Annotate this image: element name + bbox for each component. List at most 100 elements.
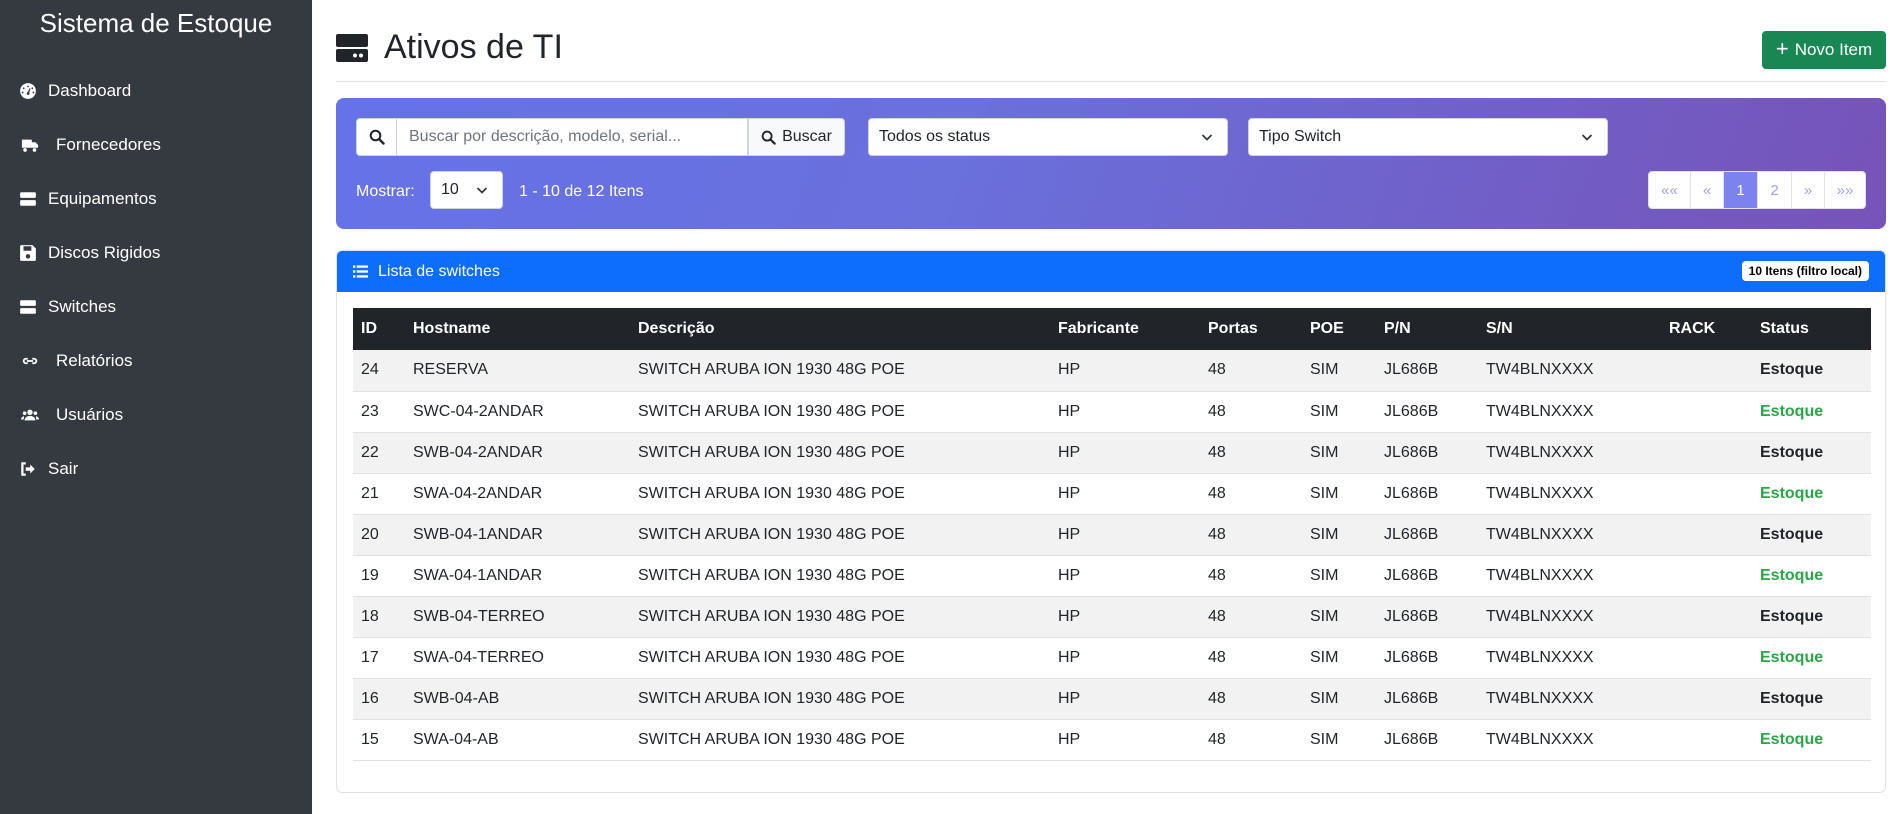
- table-row[interactable]: 16 SWB-04-AB SWITCH ARUBA ION 1930 48G POE…: [353, 678, 1871, 719]
- table-row[interactable]: 15 SWA-04-AB SWITCH ARUBA ION 1930 48G POE…: [353, 719, 1871, 760]
- cell-sn: TW4BLNXXXX: [1486, 648, 1594, 666]
- search-button-label: Buscar: [782, 128, 832, 145]
- search-input[interactable]: [397, 118, 748, 156]
- cell-id: 21: [361, 484, 379, 502]
- column-header-fabricante[interactable]: Fabricante: [1050, 308, 1200, 350]
- cell-poe: SIM: [1310, 730, 1339, 748]
- cell-id: 18: [361, 607, 379, 625]
- cell-pn: JL686B: [1384, 525, 1439, 543]
- cell-pn: JL686B: [1384, 484, 1439, 502]
- sidebar-item-discos-rigidos[interactable]: Discos Rigidos: [0, 226, 312, 280]
- pagination-page-2[interactable]: 2: [1757, 172, 1791, 208]
- cell-sn: TW4BLNXXXX: [1486, 525, 1594, 543]
- column-header-descricao[interactable]: Descrição: [630, 308, 1050, 350]
- cell-sn: TW4BLNXXXX: [1486, 566, 1594, 584]
- cell-descricao: SWITCH ARUBA ION 1930 48G POE: [638, 730, 905, 748]
- sign-out-icon: [18, 459, 38, 479]
- type-select[interactable]: Tipo Switch: [1248, 118, 1608, 156]
- sidebar: Sistema de Estoque Dashboard Fornecedore…: [0, 0, 312, 814]
- sidebar-item-switches[interactable]: Switches: [0, 280, 312, 334]
- cell-poe: SIM: [1310, 402, 1339, 420]
- cell-pn: JL686B: [1384, 443, 1439, 461]
- cell-fabricante: HP: [1058, 566, 1081, 584]
- cell-status: Estoque: [1760, 525, 1824, 543]
- sidebar-item-dashboard[interactable]: Dashboard: [0, 64, 312, 118]
- cell-descricao: SWITCH ARUBA ION 1930 48G POE: [638, 689, 905, 707]
- cell-status: Estoque: [1760, 443, 1824, 461]
- cell-fabricante: HP: [1058, 402, 1081, 420]
- link-icon: [18, 351, 42, 371]
- table-body: 24 RESERVA SWITCH ARUBA ION 1930 48G POE HP…: [353, 350, 1871, 760]
- cell-rack: [1661, 678, 1752, 719]
- cell-portas: 48: [1208, 484, 1226, 502]
- cell-pn: JL686B: [1384, 361, 1439, 379]
- cell-portas: 48: [1208, 443, 1226, 461]
- table-row[interactable]: 23 SWC-04-2ANDAR SWITCH ARUBA ION 1930 48G…: [353, 391, 1871, 432]
- pagination-first[interactable]: ««: [1649, 172, 1690, 208]
- cell-portas: 48: [1208, 566, 1226, 584]
- cell-status: Estoque: [1760, 402, 1824, 420]
- cell-hostname: SWB-04-TERREO: [413, 607, 545, 625]
- column-header-poe[interactable]: POE: [1302, 308, 1376, 350]
- table-row[interactable]: 19 SWA-04-1ANDAR SWITCH ARUBA ION 1930 48G…: [353, 555, 1871, 596]
- pagination-page-1[interactable]: 1: [1723, 172, 1757, 208]
- sidebar-item-fornecedores[interactable]: Fornecedores: [0, 118, 312, 172]
- pagination-last[interactable]: »»: [1824, 172, 1865, 208]
- cell-descricao: SWITCH ARUBA ION 1930 48G POE: [638, 607, 905, 625]
- table-row[interactable]: 21 SWA-04-2ANDAR SWITCH ARUBA ION 1930 48G…: [353, 473, 1871, 514]
- plus-icon: +: [1775, 36, 1789, 61]
- cell-hostname: SWA-04-2ANDAR: [413, 484, 543, 502]
- cell-hostname: RESERVA: [413, 361, 488, 379]
- new-item-button[interactable]: + Novo Item: [1762, 31, 1886, 69]
- column-header-rack[interactable]: RACK: [1661, 308, 1752, 350]
- column-header-pn[interactable]: P/N: [1376, 308, 1478, 350]
- search-button[interactable]: Buscar: [748, 118, 845, 156]
- cell-rack: [1661, 432, 1752, 473]
- cell-status: Estoque: [1760, 730, 1824, 748]
- cell-fabricante: HP: [1058, 648, 1081, 666]
- cell-descricao: SWITCH ARUBA ION 1930 48G POE: [638, 443, 905, 461]
- sidebar-item-equipamentos[interactable]: Equipamentos: [0, 172, 312, 226]
- chevron-down-icon: [1201, 134, 1213, 141]
- pagination-prev[interactable]: «: [1690, 172, 1723, 208]
- page-title: Ativos de TI: [384, 28, 563, 66]
- cell-rack: [1661, 350, 1752, 391]
- type-select-value: Tipo Switch: [1259, 128, 1342, 145]
- column-header-hostname[interactable]: Hostname: [405, 308, 630, 350]
- cell-poe: SIM: [1310, 607, 1339, 625]
- cell-rack: [1661, 637, 1752, 678]
- main-content: Ativos de TI + Novo Item Buscar Todos os…: [312, 0, 1900, 814]
- sidebar-item-usuarios[interactable]: Usuários: [0, 388, 312, 442]
- cell-poe: SIM: [1310, 443, 1339, 461]
- page-size-value: 10: [441, 181, 459, 198]
- cell-rack: [1661, 514, 1752, 555]
- page-header: Ativos de TI + Novo Item: [336, 0, 1886, 82]
- column-header-id[interactable]: ID: [353, 308, 405, 350]
- table-row[interactable]: 17 SWA-04-TERREO SWITCH ARUBA ION 1930 48G…: [353, 637, 1871, 678]
- table-row[interactable]: 18 SWB-04-TERREO SWITCH ARUBA ION 1930 48G…: [353, 596, 1871, 637]
- column-header-sn[interactable]: S/N: [1478, 308, 1661, 350]
- table-row[interactable]: 24 RESERVA SWITCH ARUBA ION 1930 48G POE HP…: [353, 350, 1871, 391]
- cell-id: 23: [361, 402, 379, 420]
- status-select[interactable]: Todos os status: [868, 118, 1228, 156]
- cell-hostname: SWA-04-TERREO: [413, 648, 544, 666]
- column-header-portas[interactable]: Portas: [1200, 308, 1302, 350]
- table-row[interactable]: 20 SWB-04-1ANDAR SWITCH ARUBA ION 1930 48G…: [353, 514, 1871, 555]
- cell-descricao: SWITCH ARUBA ION 1930 48G POE: [638, 566, 905, 584]
- cell-poe: SIM: [1310, 484, 1339, 502]
- sidebar-item-relatorios[interactable]: Relatórios: [0, 334, 312, 388]
- cell-fabricante: HP: [1058, 730, 1081, 748]
- cell-portas: 48: [1208, 361, 1226, 379]
- pagination-next[interactable]: »: [1791, 172, 1824, 208]
- page-size-select[interactable]: 10: [430, 171, 503, 209]
- cell-pn: JL686B: [1384, 648, 1439, 666]
- table-row[interactable]: 22 SWB-04-2ANDAR SWITCH ARUBA ION 1930 48G…: [353, 432, 1871, 473]
- column-header-status[interactable]: Status: [1752, 308, 1871, 350]
- sidebar-item-label: Dashboard: [48, 81, 132, 100]
- search-icon: [761, 130, 776, 145]
- cell-pn: JL686B: [1384, 730, 1439, 748]
- list-title: Lista de switches: [378, 262, 500, 280]
- sidebar-item-sair[interactable]: Sair: [0, 442, 312, 496]
- filter-panel: Buscar Todos os status Tipo Switch Mostr…: [336, 98, 1886, 229]
- cell-poe: SIM: [1310, 361, 1339, 379]
